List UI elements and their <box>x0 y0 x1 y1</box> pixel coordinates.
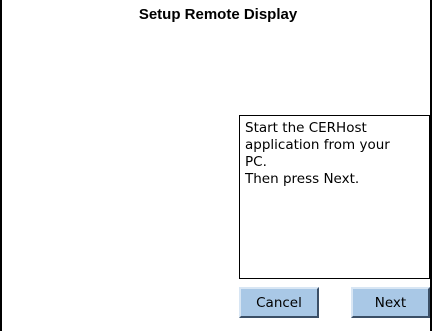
next-button[interactable]: Next <box>351 287 430 318</box>
page-title: Setup Remote Display <box>138 6 298 23</box>
instruction-text-box: Start the CERHost application from your … <box>239 115 430 279</box>
cancel-button[interactable]: Cancel <box>239 287 319 318</box>
remote-display-setup-screen: Setup Remote Display Start the CERHost a… <box>0 0 432 331</box>
